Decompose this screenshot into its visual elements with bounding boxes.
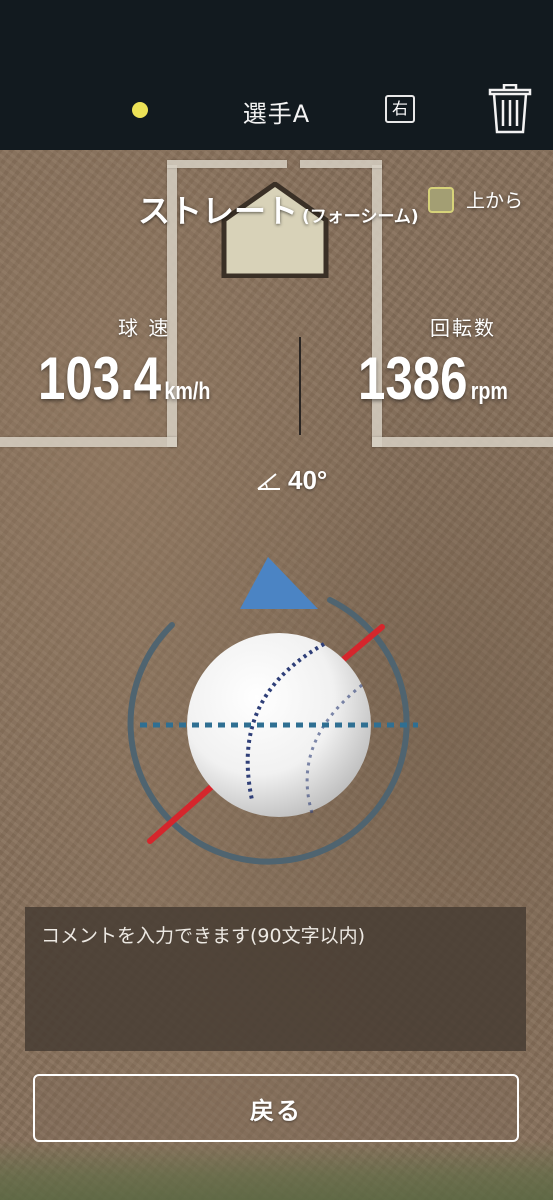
stats-divider — [299, 337, 301, 435]
comment-field[interactable]: コメントを入力できます(90文字以内) — [25, 907, 526, 1051]
batters-box-line-right-horizontal — [372, 437, 553, 447]
pitch-type-name: ストレート — [138, 192, 299, 230]
pitch-subtype: (フォーシーム) — [302, 207, 419, 227]
angle-icon — [257, 472, 280, 490]
spin-value: 1386 rpm — [358, 344, 508, 413]
pitch-type: ストレート (フォーシーム) — [138, 186, 419, 232]
spin-unit: rpm — [470, 378, 508, 405]
speed-label: 球 速 — [118, 316, 171, 340]
spin-number: 1386 — [358, 345, 468, 412]
batters-box-line-left-horizontal — [0, 437, 177, 447]
view-from-above-checkbox[interactable] — [428, 186, 454, 213]
speed-unit: km/h — [164, 378, 211, 405]
speed-value: 103.4 km/h — [38, 344, 210, 413]
spin-label: 回転数 — [430, 316, 496, 340]
spin-visualization — [127, 557, 418, 865]
player-name: 選手A — [242, 100, 311, 128]
speed-number: 103.4 — [38, 345, 162, 412]
status-dot — [132, 102, 148, 118]
baseball — [187, 633, 371, 817]
direction-arrow-icon — [240, 557, 318, 609]
batters-box-line-right-top — [300, 160, 382, 168]
handedness-badge[interactable]: 右 — [385, 95, 415, 123]
back-button[interactable]: 戻る — [33, 1074, 519, 1142]
angle-value: 40° — [288, 465, 328, 495]
view-from-above-label: 上から — [466, 190, 524, 212]
batters-box-line-left-top — [167, 160, 287, 168]
top-bar: 選手A 右 — [0, 0, 553, 150]
trash-icon[interactable] — [488, 84, 532, 134]
release-angle: 40° — [256, 465, 327, 496]
view-from-above-toggle[interactable]: 上から — [428, 186, 523, 213]
grass-strip — [0, 1140, 553, 1200]
